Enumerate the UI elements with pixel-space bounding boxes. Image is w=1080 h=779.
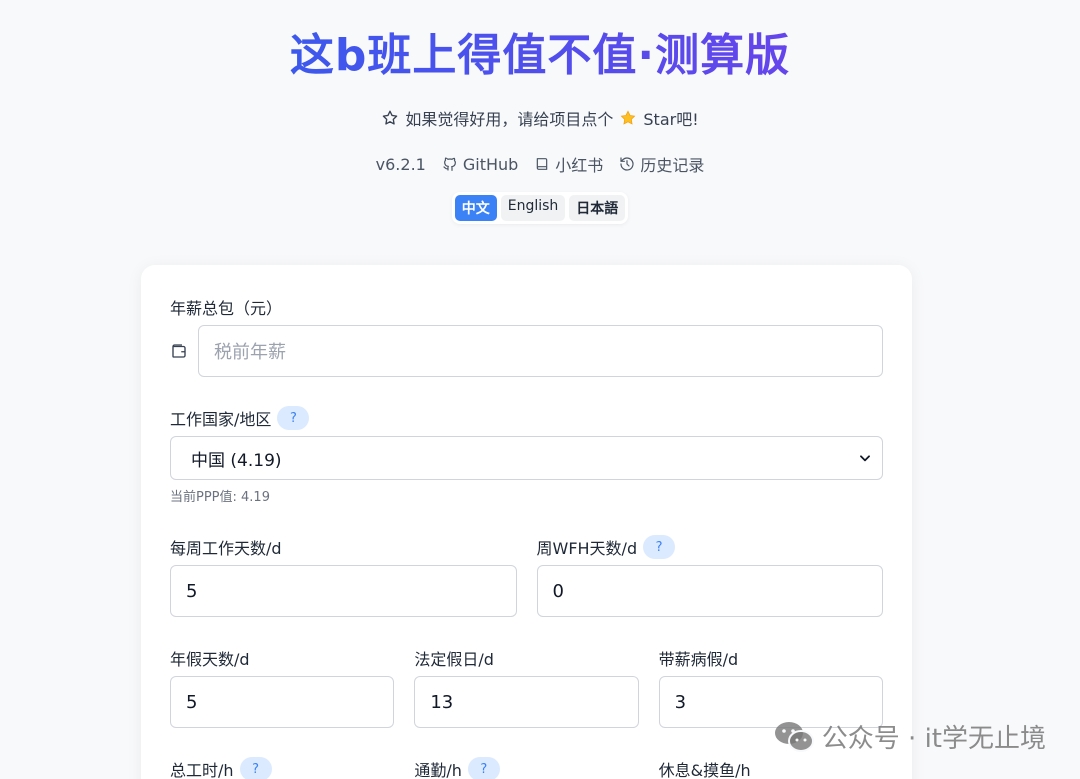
calculator-form: 年薪总包（元） 税前年薪 工作国家/地区 ? 中国 (4.19) 当前PPP值:… (141, 265, 912, 779)
holidays-col: 法定假日/d 13 (414, 646, 639, 728)
wfh-help-icon[interactable]: ? (643, 535, 676, 559)
wallet-icon (172, 344, 186, 358)
sick-leave-col: 带薪病假/d 3 (658, 646, 883, 728)
annual-leave-value: 5 (186, 691, 198, 713)
language-switcher: 中文 English 日本語 (451, 192, 629, 224)
salary-label-text: 年薪总包（元） (170, 299, 283, 318)
github-link[interactable]: GitHub (442, 155, 518, 174)
wfh-days-col: 周WFH天数/d ? 0 (536, 535, 884, 617)
work-days-input[interactable]: 5 (170, 565, 517, 617)
work-days-value: 5 (186, 580, 198, 602)
work-days-label-text: 每周工作天数/d (170, 539, 282, 558)
total-hours-help-icon[interactable]: ? (239, 757, 272, 779)
commute-label-text: 通勤/h (414, 761, 462, 779)
work-days-col: 每周工作天数/d 5 (170, 535, 517, 617)
history-icon (620, 157, 634, 171)
sick-leave-label-text: 带薪病假/d (658, 650, 739, 669)
history-label: 历史记录 (640, 156, 705, 175)
wfh-days-value: 0 (552, 580, 564, 602)
history-link[interactable]: 历史记录 (619, 152, 704, 176)
github-label: GitHub (462, 154, 519, 174)
leave-row: 年假天数/d 5 法定假日/d 13 带薪病假/d 3 (170, 646, 883, 728)
header-links: v6.2.1 GitHub 小红书 历史记录 (0, 152, 1080, 176)
holidays-input[interactable]: 13 (414, 676, 639, 728)
book-icon (537, 158, 548, 170)
watermark-text: 公众号 · it学无止境 (821, 724, 1046, 754)
lang-english-button[interactable]: English (500, 195, 566, 221)
country-label-text: 工作国家/地区 (170, 410, 272, 429)
chevron-down-icon (860, 455, 870, 462)
lang-japanese-button[interactable]: 日本語 (569, 195, 626, 221)
wechat-icon (774, 721, 814, 752)
lang-chinese-button[interactable]: 中文 (454, 195, 497, 221)
work-days-row: 每周工作天数/d 5 周WFH天数/d ? 0 (170, 535, 883, 617)
star-prompt: 如果觉得好用，请给项目点个 Star吧! (0, 106, 1080, 130)
country-select[interactable]: 中国 (4.19) (170, 436, 883, 480)
commute-label: 通勤/h ? (414, 757, 638, 779)
salary-input[interactable]: 税前年薪 (198, 325, 883, 377)
ppp-hint: 当前PPP值: 4.19 (170, 490, 270, 505)
total-hours-label-text: 总工时/h (170, 761, 234, 779)
work-days-label: 每周工作天数/d (170, 535, 517, 559)
hours-row: 总工时/h ? 通勤/h ? 休息&摸鱼/h (170, 757, 883, 779)
commute-help-icon[interactable]: ? (467, 757, 500, 779)
holidays-label-text: 法定假日/d (414, 650, 494, 669)
sick-leave-value: 3 (674, 691, 687, 713)
rest-label-text: 休息&摸鱼/h (658, 761, 751, 779)
total-hours-label: 总工时/h ? (170, 757, 394, 779)
country-label: 工作国家/地区 ? (170, 406, 883, 430)
xiaohongshu-link[interactable]: 小红书 (534, 152, 603, 176)
salary-label: 年薪总包（元） (170, 295, 883, 319)
salary-placeholder: 税前年薪 (214, 342, 286, 363)
rest-col: 休息&摸鱼/h (659, 757, 883, 779)
annual-leave-label: 年假天数/d (170, 646, 394, 670)
holidays-label: 法定假日/d (414, 646, 638, 670)
page-title: 这b班上得值不值·测算版 (0, 26, 1080, 86)
xiaohongshu-label: 小红书 (555, 156, 604, 175)
header: 这b班上得值不值·测算版 如果觉得好用，请给项目点个 Star吧! v6.2.1… (0, 0, 1080, 224)
github-icon (443, 157, 456, 171)
version-label: v6.2.1 (375, 154, 426, 174)
star-suffix: Star吧! (643, 110, 699, 129)
annual-leave-col: 年假天数/d 5 (170, 646, 395, 728)
holidays-value: 13 (430, 691, 454, 713)
wfh-days-label: 周WFH天数/d ? (537, 535, 884, 559)
star-outline-icon (383, 110, 398, 125)
annual-leave-label-text: 年假天数/d (170, 650, 250, 669)
wfh-days-label-text: 周WFH天数/d (536, 539, 638, 558)
salary-field-group: 税前年薪 (170, 325, 883, 377)
country-select-value: 中国 (4.19) (191, 450, 282, 471)
watermark: 公众号 · it学无止境 (774, 718, 1046, 755)
commute-col: 通勤/h ? (414, 757, 638, 779)
country-help-icon[interactable]: ? (277, 406, 310, 430)
star-filled-icon (620, 110, 636, 125)
rest-label: 休息&摸鱼/h (659, 757, 883, 779)
wfh-days-input[interactable]: 0 (536, 565, 883, 617)
total-hours-col: 总工时/h ? (170, 757, 394, 779)
sick-leave-label: 带薪病假/d (659, 646, 883, 670)
star-text: 如果觉得好用，请给项目点个 (405, 110, 614, 129)
annual-leave-input[interactable]: 5 (170, 676, 395, 728)
